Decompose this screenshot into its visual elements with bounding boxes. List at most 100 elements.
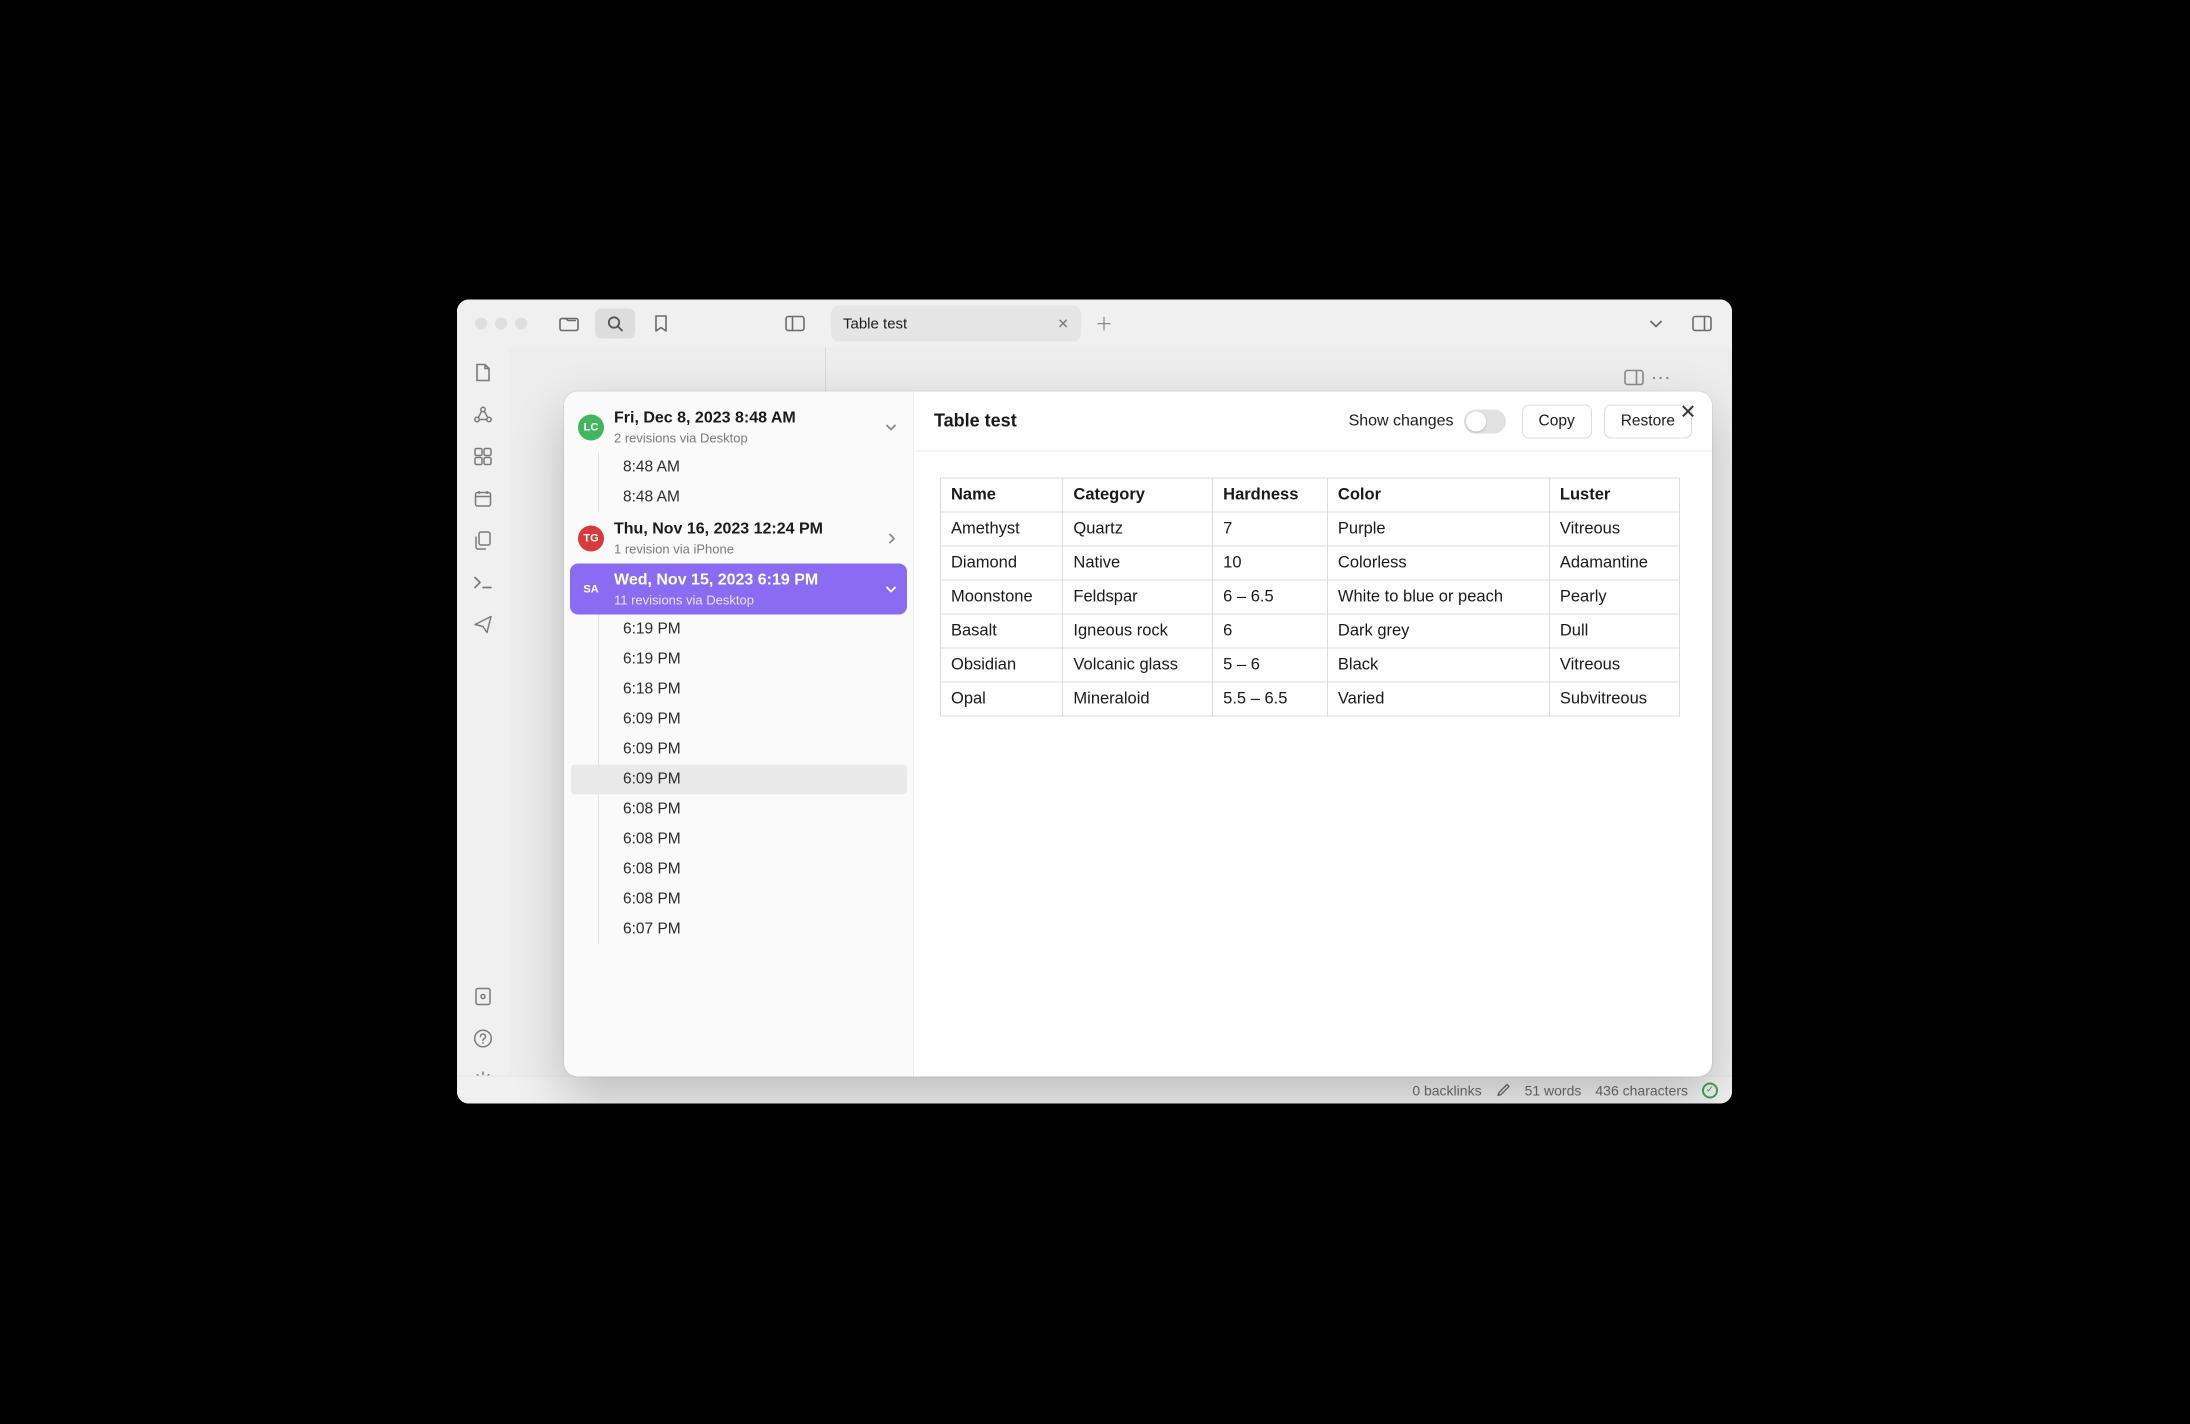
table-cell: Mineraloid bbox=[1063, 682, 1213, 716]
table-cell: Moonstone bbox=[941, 580, 1063, 614]
send-icon[interactable] bbox=[472, 614, 494, 636]
table-header: Luster bbox=[1549, 478, 1679, 512]
window-controls bbox=[475, 318, 527, 330]
search-icon[interactable] bbox=[595, 309, 635, 339]
window-minimize[interactable] bbox=[495, 318, 507, 330]
panel-right-toggle-icon[interactable] bbox=[1624, 370, 1644, 386]
copy-button[interactable]: Copy bbox=[1522, 404, 1592, 438]
table-header: Hardness bbox=[1213, 478, 1328, 512]
close-panel-button[interactable]: ✕ bbox=[1676, 400, 1700, 424]
table-cell: Subvitreous bbox=[1549, 682, 1679, 716]
preview-header: Table test Show changes Copy Restore bbox=[914, 392, 1712, 452]
revision-item[interactable]: 8:48 AM bbox=[599, 483, 907, 513]
table-cell: Igneous rock bbox=[1063, 614, 1213, 648]
table-cell: Quartz bbox=[1063, 512, 1213, 546]
revision-item[interactable]: 6:09 PM bbox=[599, 705, 907, 735]
revision-item[interactable]: 6:09 PM bbox=[571, 765, 907, 795]
chevron-down-icon[interactable] bbox=[885, 422, 897, 432]
table-cell: Opal bbox=[941, 682, 1063, 716]
tabs-dropdown-icon[interactable] bbox=[1636, 309, 1676, 339]
table-cell: Varied bbox=[1327, 682, 1549, 716]
titlebar: Table test ✕ ＋ bbox=[457, 300, 1732, 348]
avatar: SA bbox=[578, 576, 604, 602]
revision-group-date: Thu, Nov 16, 2023 12:24 PM bbox=[614, 519, 823, 541]
status-bar: 0 backlinks 51 words 436 characters ✓ bbox=[457, 1076, 1732, 1104]
tab-bar: Table test ✕ ＋ bbox=[831, 306, 1630, 342]
new-tab-button[interactable]: ＋ bbox=[1089, 309, 1119, 339]
left-rail bbox=[457, 348, 509, 1104]
table-header: Category bbox=[1063, 478, 1213, 512]
table-cell: White to blue or peach bbox=[1327, 580, 1549, 614]
revision-group-header[interactable]: TGThu, Nov 16, 2023 12:24 PM1 revision v… bbox=[570, 513, 907, 564]
table-cell: Amethyst bbox=[941, 512, 1063, 546]
revision-item[interactable]: 8:48 AM bbox=[599, 453, 907, 483]
preview-title: Table test bbox=[934, 411, 1337, 432]
table-cell: Pearly bbox=[1549, 580, 1679, 614]
table-cell: Dull bbox=[1549, 614, 1679, 648]
chevron-down-icon[interactable] bbox=[885, 584, 897, 594]
tab-title: Table test bbox=[843, 315, 907, 332]
window-close[interactable] bbox=[475, 318, 487, 330]
revision-item[interactable]: 6:19 PM bbox=[599, 645, 907, 675]
table-cell: Obsidian bbox=[941, 648, 1063, 682]
show-changes-toggle[interactable] bbox=[1464, 409, 1506, 433]
calendar-icon[interactable] bbox=[472, 488, 494, 510]
file-icon[interactable] bbox=[472, 362, 494, 384]
revision-sublist: 8:48 AM8:48 AM bbox=[598, 453, 907, 513]
vault-icon[interactable] bbox=[472, 986, 494, 1008]
copy-button-label: Copy bbox=[1539, 412, 1575, 430]
tab-close-icon[interactable]: ✕ bbox=[1057, 315, 1069, 332]
table-cell: Basalt bbox=[941, 614, 1063, 648]
revision-group-date: Fri, Dec 8, 2023 8:48 AM bbox=[614, 408, 796, 430]
revision-item[interactable]: 6:07 PM bbox=[599, 915, 907, 945]
window-zoom[interactable] bbox=[515, 318, 527, 330]
table-cell: 6 – 6.5 bbox=[1213, 580, 1328, 614]
copy-icon[interactable] bbox=[472, 530, 494, 552]
version-history-panel: LC Fri, Dec 8, 2023 8:48 AM2 revisions vi… bbox=[564, 392, 1712, 1077]
revision-group-header[interactable]: SAWed, Nov 15, 2023 6:19 PM11 revisions … bbox=[570, 564, 907, 615]
revision-item[interactable]: 6:19 PM bbox=[599, 615, 907, 645]
edit-icon[interactable] bbox=[1496, 1083, 1511, 1098]
chevron-right-icon[interactable] bbox=[887, 532, 897, 544]
revision-item[interactable]: 6:08 PM bbox=[599, 855, 907, 885]
status-word-count[interactable]: 51 words bbox=[1525, 1082, 1582, 1098]
revision-group-sub: 11 revisions via Desktop bbox=[614, 591, 818, 609]
status-char-count[interactable]: 436 characters bbox=[1595, 1082, 1688, 1098]
folder-icon[interactable] bbox=[549, 309, 589, 339]
terminal-icon[interactable] bbox=[472, 572, 494, 594]
status-backlinks[interactable]: 0 backlinks bbox=[1412, 1082, 1481, 1098]
table-cell: 5 – 6 bbox=[1213, 648, 1328, 682]
more-icon[interactable]: ··· bbox=[1652, 370, 1672, 386]
tab[interactable]: Table test ✕ bbox=[831, 306, 1081, 342]
table-cell: 5.5 – 6.5 bbox=[1213, 682, 1328, 716]
table-cell: Volcanic glass bbox=[1063, 648, 1213, 682]
revision-item[interactable]: 6:09 PM bbox=[599, 735, 907, 765]
table-row: DiamondNative10ColorlessAdamantine bbox=[941, 546, 1680, 580]
revision-item[interactable]: 6:18 PM bbox=[599, 675, 907, 705]
sync-status-icon[interactable]: ✓ bbox=[1702, 1082, 1718, 1098]
grid-icon[interactable] bbox=[472, 446, 494, 468]
table-cell: 10 bbox=[1213, 546, 1328, 580]
revision-preview: ✕ Table test Show changes Copy Restore N… bbox=[914, 392, 1712, 1077]
panel-toggle-icon[interactable] bbox=[1682, 309, 1722, 339]
revision-item[interactable]: 6:08 PM bbox=[599, 825, 907, 855]
revision-sublist: 6:19 PM6:19 PM6:18 PM6:09 PM6:09 PM6:09 … bbox=[598, 615, 907, 945]
bookmark-icon[interactable] bbox=[641, 309, 681, 339]
table-cell: Purple bbox=[1327, 512, 1549, 546]
restore-button-label: Restore bbox=[1621, 412, 1675, 430]
table-cell: Vitreous bbox=[1549, 512, 1679, 546]
avatar: LC bbox=[578, 414, 604, 440]
table-row: MoonstoneFeldspar6 – 6.5White to blue or… bbox=[941, 580, 1680, 614]
table-cell: Dark grey bbox=[1327, 614, 1549, 648]
help-icon[interactable] bbox=[472, 1028, 494, 1050]
table-row: BasaltIgneous rock6Dark greyDull bbox=[941, 614, 1680, 648]
table-cell: 7 bbox=[1213, 512, 1328, 546]
revision-item[interactable]: 6:08 PM bbox=[599, 885, 907, 915]
sidebar-toggle-icon[interactable] bbox=[775, 309, 815, 339]
table-cell: Diamond bbox=[941, 546, 1063, 580]
revision-item[interactable]: 6:08 PM bbox=[599, 795, 907, 825]
revision-group-sub: 2 revisions via Desktop bbox=[614, 429, 796, 447]
graph-icon[interactable] bbox=[472, 404, 494, 426]
table-row: ObsidianVolcanic glass5 – 6BlackVitreous bbox=[941, 648, 1680, 682]
revision-group-header[interactable]: LC Fri, Dec 8, 2023 8:48 AM2 revisions vi… bbox=[570, 402, 907, 453]
